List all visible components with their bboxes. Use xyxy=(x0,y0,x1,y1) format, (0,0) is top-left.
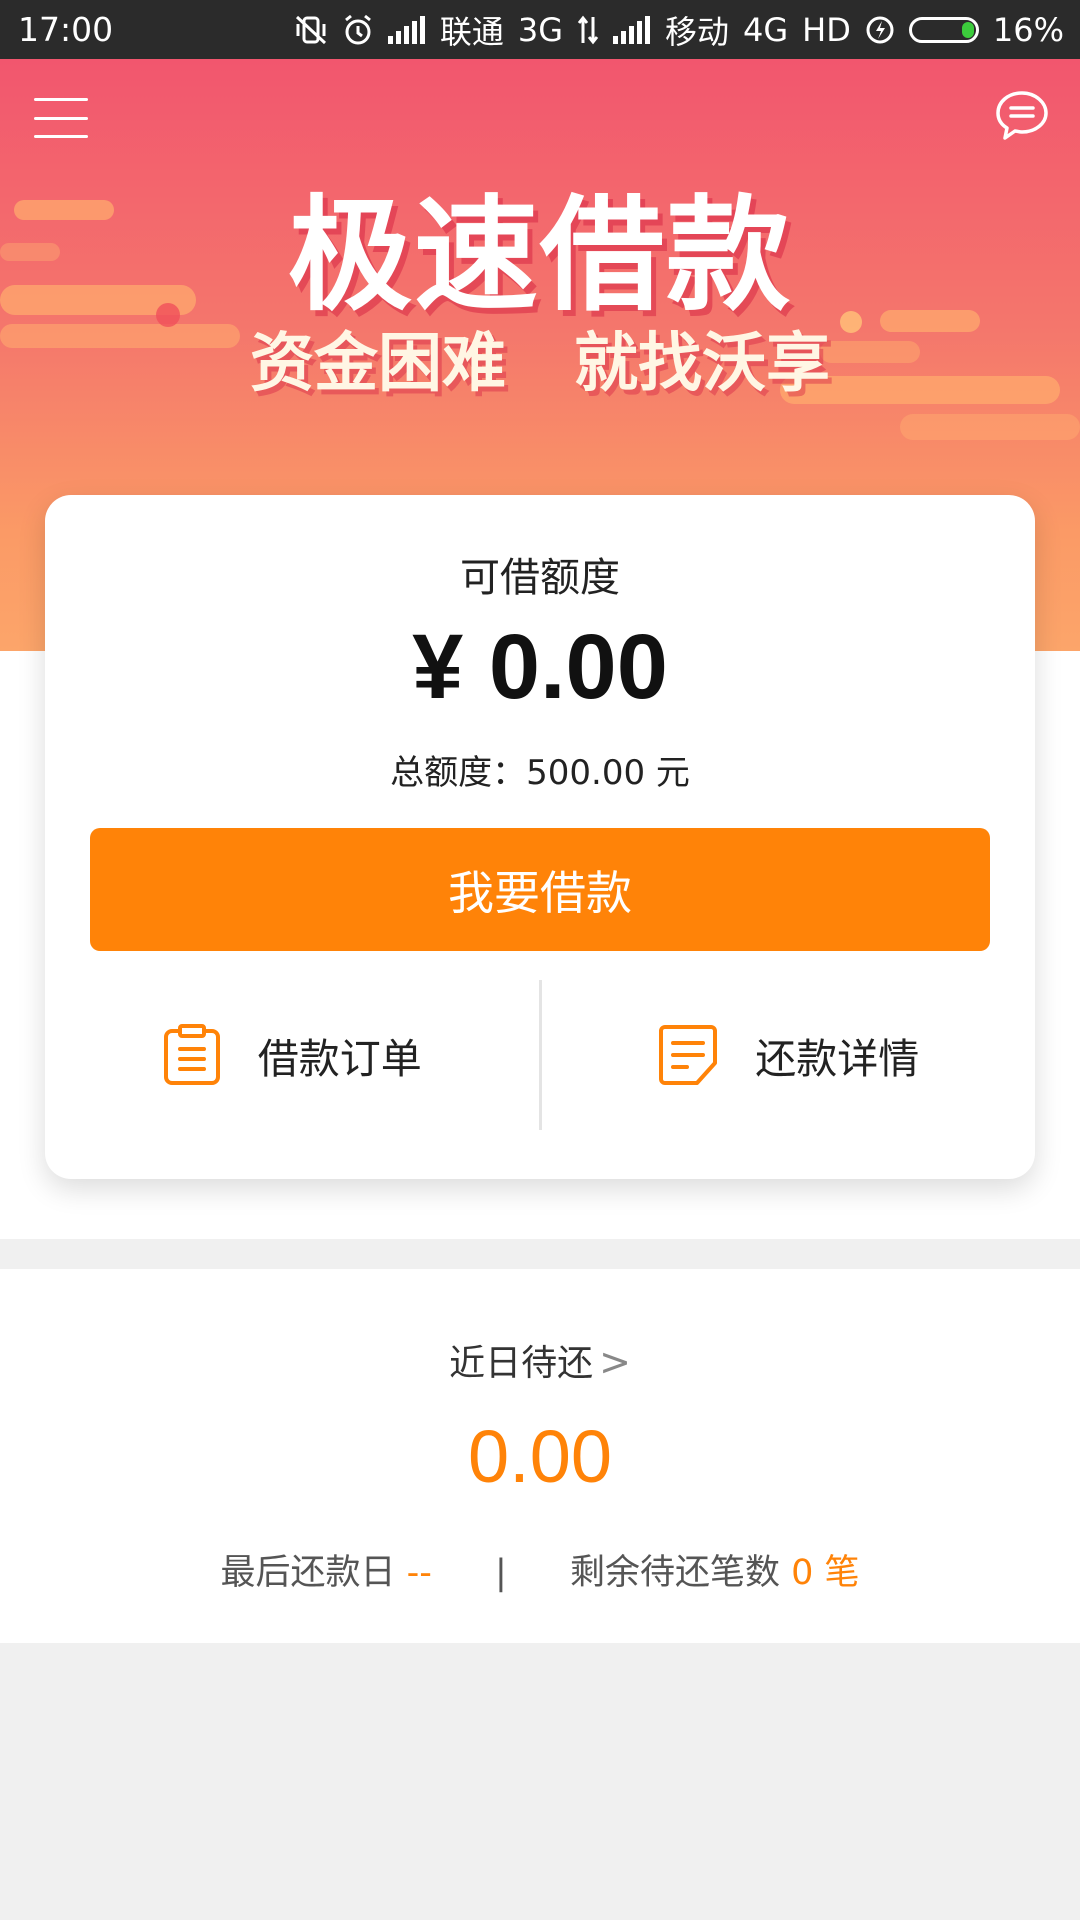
available-credit-label: 可借额度 xyxy=(460,555,620,601)
last-repayment-date-value: -- xyxy=(406,1553,432,1593)
battery-icon xyxy=(908,16,979,43)
hero-title: 极速借款 xyxy=(287,184,792,328)
document-icon xyxy=(659,1025,718,1085)
hero-subtitle-left: 资金困难 xyxy=(250,327,506,401)
status-time: 17:00 xyxy=(18,10,114,49)
battery-percent: 16% xyxy=(992,10,1064,49)
upcoming-repayment-title: 近日待还 xyxy=(449,1343,594,1384)
loan-orders-button[interactable]: 借款订单 xyxy=(45,980,539,1130)
carrier-1: 联通 xyxy=(439,12,504,51)
upcoming-repayment: 近日待还 > 0.00 最后还款日 -- | 剩余待还笔数 0 笔 xyxy=(0,1269,1080,1643)
total-credit-label: 总额度： xyxy=(390,753,527,793)
upcoming-repayment-amount: 0.00 xyxy=(467,1415,613,1498)
hero-subtitle: 资金困难 就找沃享 xyxy=(0,312,1080,404)
remaining-count-value: 0 笔 xyxy=(791,1553,860,1593)
total-credit: 总额度：500.00 元 xyxy=(45,745,1035,794)
decor-streak xyxy=(900,414,1080,440)
available-credit-amount: ¥ 0.00 xyxy=(412,616,668,718)
signal-icon-2 xyxy=(613,15,651,44)
loan-orders-label: 借款订单 xyxy=(257,1035,422,1083)
upcoming-repayment-header[interactable]: 近日待还 > xyxy=(0,1334,1080,1386)
data-arrows-icon xyxy=(577,15,599,45)
message-icon[interactable] xyxy=(994,89,1050,145)
charging-icon xyxy=(865,15,895,45)
section-separator xyxy=(0,1239,1080,1269)
network-type-2: 4G xyxy=(743,10,789,49)
summary-divider: | xyxy=(495,1553,507,1593)
chevron-right-icon: > xyxy=(599,1340,631,1384)
repayment-summary: 最后还款日 -- | 剩余待还笔数 0 笔 xyxy=(0,1544,1080,1595)
network-type-1: 3G xyxy=(517,10,563,49)
vibrate-off-icon xyxy=(294,14,328,46)
signal-icon xyxy=(387,15,426,44)
hd-badge: HD xyxy=(802,10,851,49)
hero-subtitle-right: 就找沃享 xyxy=(574,327,830,401)
card-actions: 借款订单 还款详情 xyxy=(45,980,1035,1130)
credit-card: 可借额度 ¥ 0.00 总额度：500.00 元 我要借款 借款订单 还款详情 xyxy=(45,495,1035,1179)
repayment-details-label: 还款详情 xyxy=(755,1035,920,1083)
menu-icon[interactable] xyxy=(34,98,88,138)
carrier-2: 移动 xyxy=(665,12,730,51)
remaining-count-label: 剩余待还笔数 xyxy=(569,1553,780,1593)
borrow-button[interactable]: 我要借款 xyxy=(90,828,990,951)
total-credit-value: 500.00 元 xyxy=(526,753,690,793)
repayment-details-button[interactable]: 还款详情 xyxy=(542,980,1036,1130)
last-repayment-date-label: 最后还款日 xyxy=(220,1553,396,1593)
clipboard-icon xyxy=(163,1024,220,1085)
alarm-icon xyxy=(342,14,374,46)
status-bar: 17:00 联通 3G 移动 4G HD 16% xyxy=(0,0,1080,59)
status-icons: 联通 3G 移动 4G HD 16% xyxy=(294,7,1064,53)
